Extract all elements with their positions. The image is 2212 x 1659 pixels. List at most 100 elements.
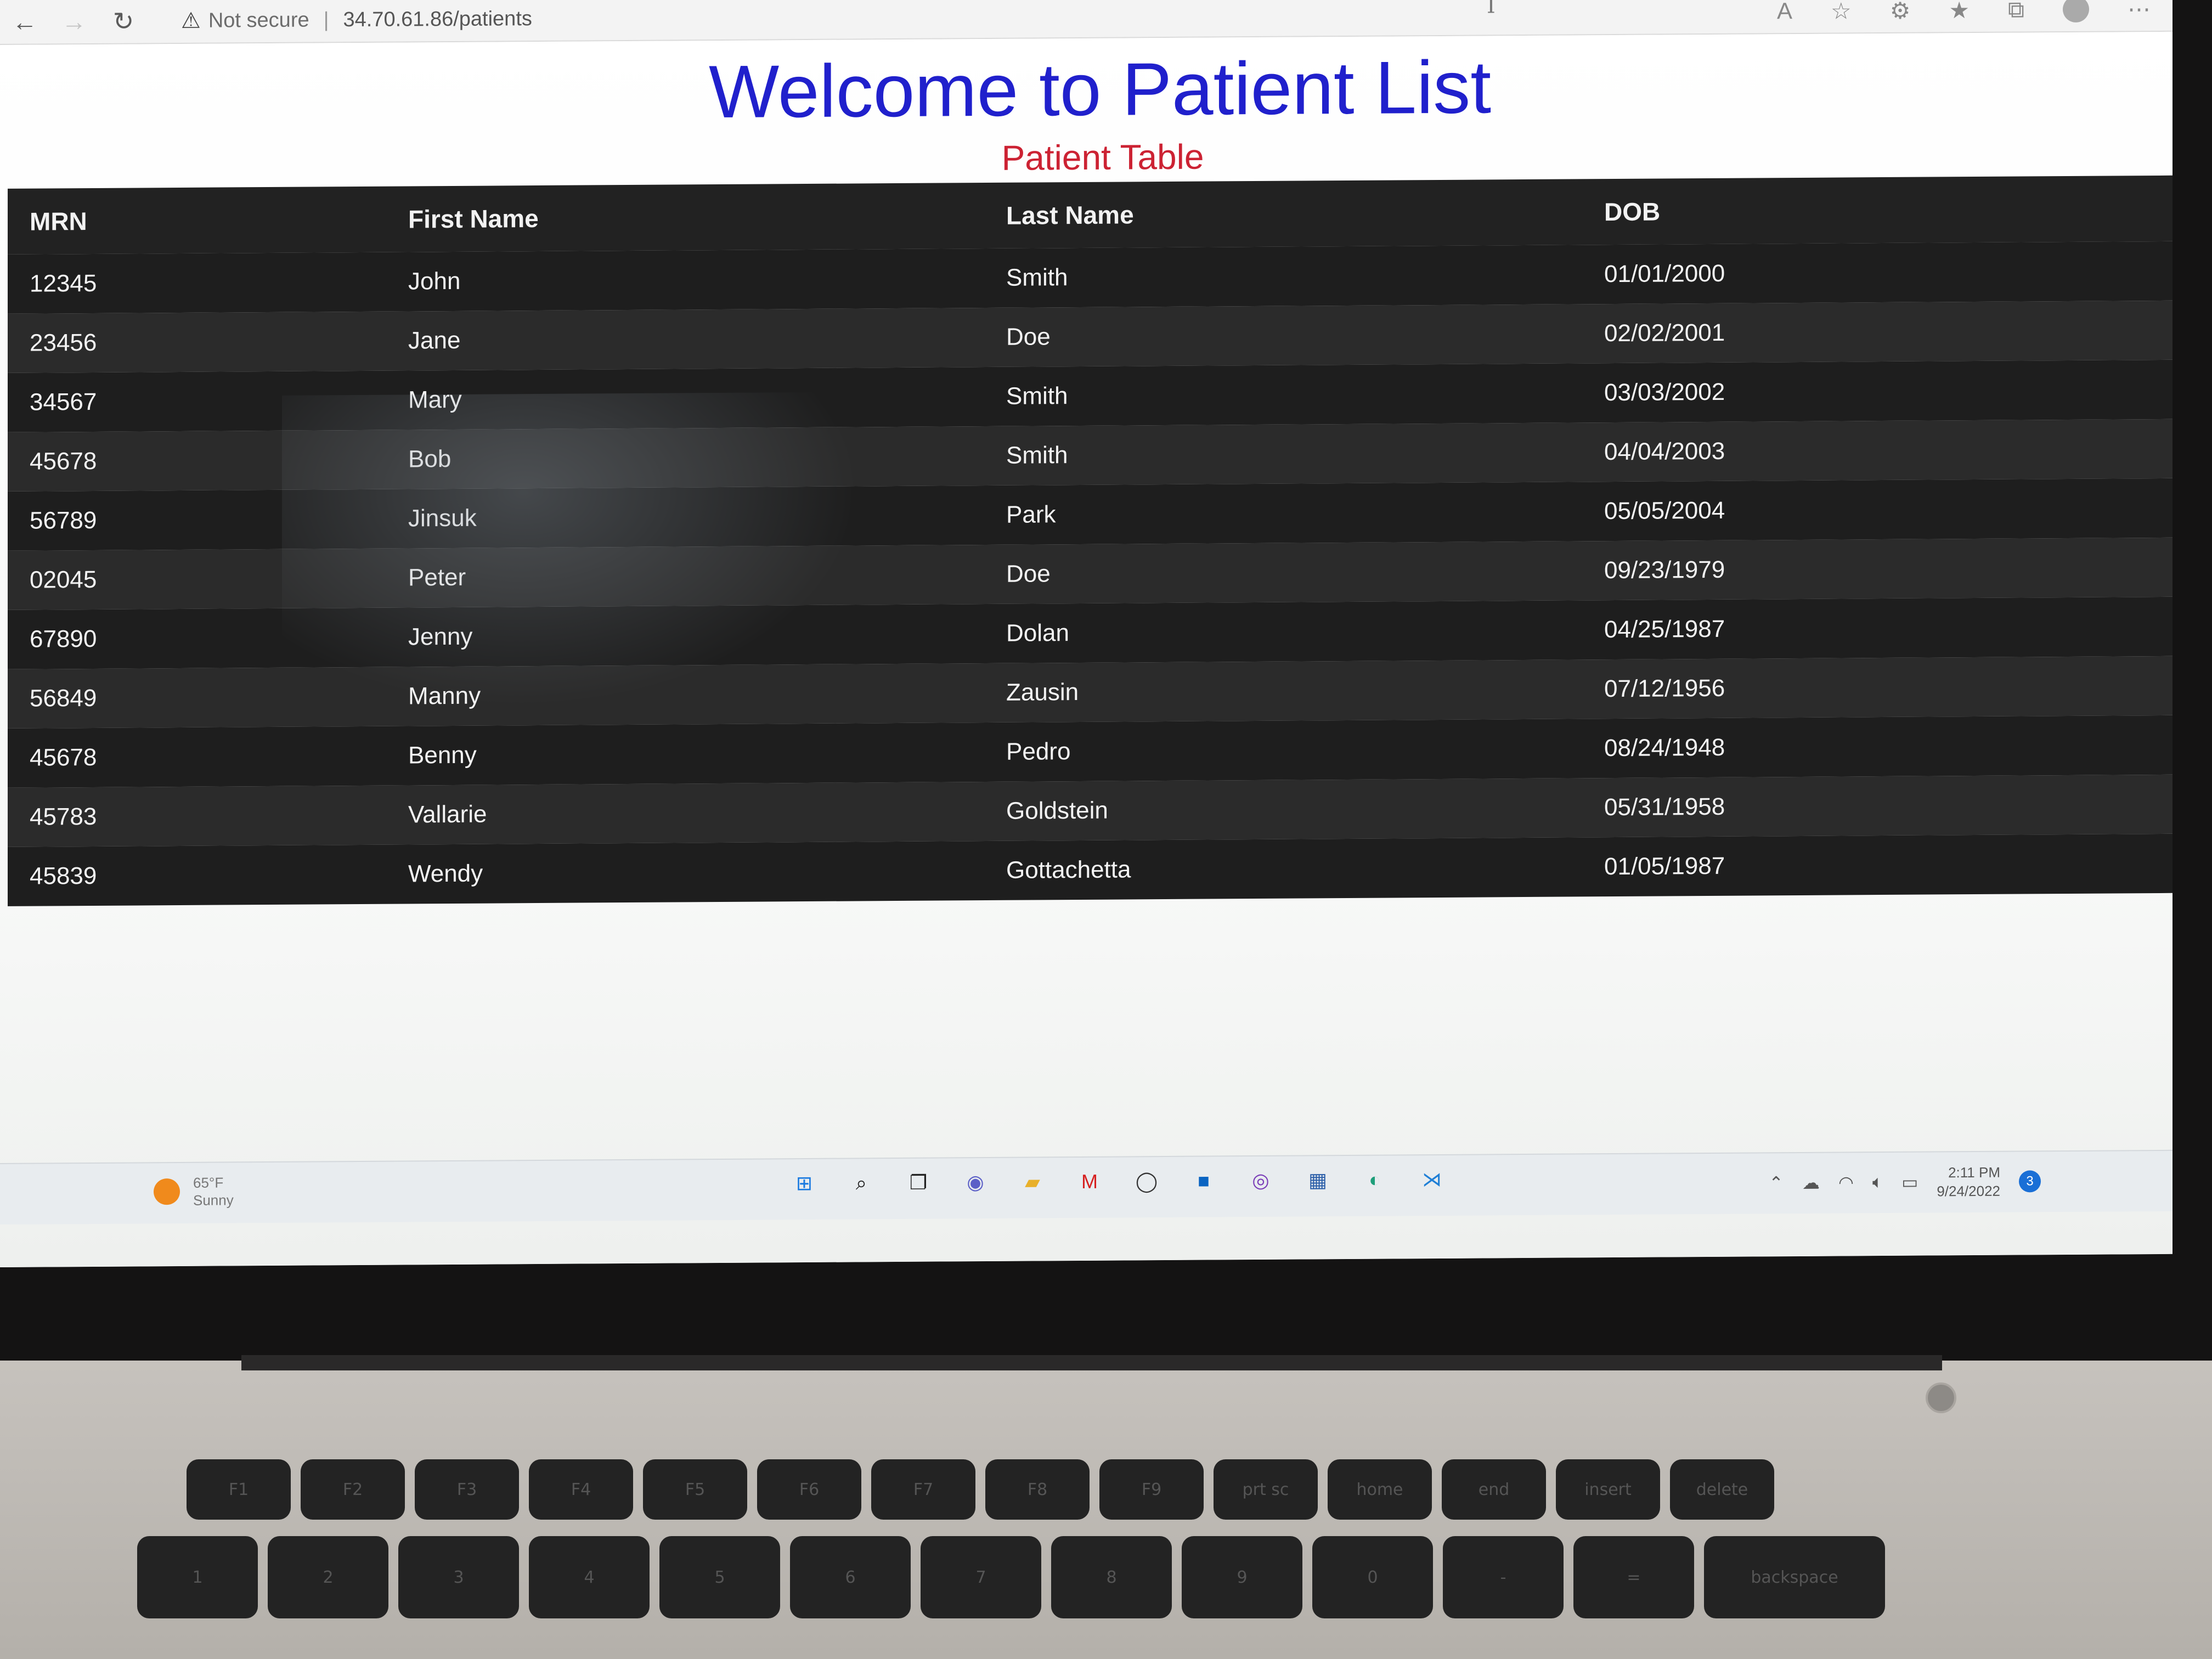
security-label: Not secure — [208, 8, 309, 32]
wifi-icon[interactable]: ◠ — [1838, 1172, 1854, 1193]
search-icon[interactable]: ⌕ — [847, 1169, 876, 1197]
keyboard-key: prt sc — [1214, 1459, 1318, 1520]
weather-widget[interactable]: 65°F Sunny — [154, 1173, 234, 1209]
keyboard-key: 4 — [529, 1536, 650, 1618]
chevron-up-icon[interactable]: ⌃ — [1769, 1172, 1784, 1193]
vscode-icon[interactable]: ⋊ — [1418, 1165, 1446, 1194]
keyboard-key: backspace — [1704, 1536, 1885, 1618]
system-tray: ⌃ ☁ ◠ 🔈︎ ▭ 2:11 PM 9/24/2022 3 — [1769, 1163, 2041, 1201]
cell-first-name: Wendy — [408, 840, 1006, 904]
collections-icon[interactable]: ⧉ — [2008, 0, 2024, 23]
cell-dob: 07/12/1956 — [1604, 656, 2172, 719]
cell-dob: 04/04/2003 — [1604, 419, 2172, 482]
keyboard-key: F1 — [187, 1459, 291, 1520]
laptop-screen: ← → ↻ ⚠ Not secure | 34.70.61.86/patient… — [0, 0, 2172, 1268]
cell-last-name: Smith — [1006, 363, 1604, 426]
keyboard-key: 5 — [659, 1536, 780, 1618]
cell-dob: 04/25/1987 — [1604, 596, 2172, 660]
address-bar[interactable]: ⚠ Not secure | 34.70.61.86/patients — [181, 0, 532, 43]
power-button — [1926, 1383, 1956, 1413]
cell-first-name: Jenny — [408, 603, 1006, 667]
keyboard-key: 8 — [1051, 1536, 1172, 1618]
laptop-bezel: ← → ↻ ⚠ Not secure | 34.70.61.86/patient… — [0, 0, 2212, 1383]
forward-button[interactable]: → — [49, 0, 99, 43]
keyboard-key: - — [1443, 1536, 1564, 1618]
cell-mrn: 45839 — [8, 844, 408, 906]
table-header-row: MRN First Name Last Name DOB — [8, 175, 2172, 255]
cell-first-name: Vallarie — [408, 781, 1006, 845]
keyboard-key: 7 — [921, 1536, 1041, 1618]
volume-icon[interactable]: 🔈︎ — [1872, 1172, 1883, 1193]
cell-last-name: Smith — [1006, 245, 1604, 308]
cell-dob: 01/05/1987 — [1604, 833, 2172, 897]
laptop-hinge — [241, 1355, 1942, 1370]
reload-button[interactable]: ↻ — [99, 0, 148, 43]
dell-icon[interactable]: ◯ — [1132, 1167, 1161, 1195]
weather-condition: Sunny — [193, 1192, 234, 1209]
store-icon[interactable]: ▦ — [1304, 1166, 1332, 1194]
cell-mrn: 56849 — [8, 667, 408, 729]
header-last-name: Last Name — [1006, 179, 1604, 249]
cell-last-name: Doe — [1006, 541, 1604, 604]
clock-time: 2:11 PM — [1948, 1164, 2000, 1181]
more-menu-icon[interactable]: ⋯ — [2128, 0, 2151, 22]
outlook-icon[interactable]: ■ — [1189, 1166, 1218, 1195]
keyboard-key: 1 — [137, 1536, 258, 1618]
read-aloud-icon[interactable]: A — [1777, 0, 1792, 24]
keyboard-key: F7 — [871, 1459, 975, 1520]
page-title: Welcome to Patient List — [708, 45, 1492, 134]
back-icon: ← — [12, 7, 37, 36]
file-explorer-icon[interactable]: ▰ — [1018, 1167, 1047, 1196]
edge-icon[interactable]: ◐ — [1361, 1166, 1389, 1194]
cell-last-name: Zausin — [1006, 659, 1604, 723]
cell-last-name: Park — [1006, 482, 1604, 545]
keyboard-key: 9 — [1182, 1536, 1302, 1618]
cell-mrn: 34567 — [8, 370, 408, 432]
back-button[interactable]: ← — [0, 0, 49, 44]
clock[interactable]: 2:11 PM 9/24/2022 — [1937, 1163, 2000, 1201]
keyboard-key: F5 — [643, 1459, 747, 1520]
cell-first-name: Mary — [408, 366, 1006, 430]
cell-mrn: 12345 — [8, 252, 408, 314]
onedrive-icon[interactable]: ☁ — [1802, 1172, 1820, 1193]
cell-first-name: Benny — [408, 722, 1006, 786]
cell-dob: 08/24/1948 — [1604, 715, 2172, 778]
cell-first-name: John — [408, 248, 1006, 312]
windows-start-icon[interactable]: ⊞ — [790, 1169, 819, 1198]
favorites-add-icon[interactable]: ☆ — [1831, 0, 1852, 24]
keyboard-key: F4 — [529, 1459, 633, 1520]
keyboard-key: F8 — [985, 1459, 1090, 1520]
cell-mrn: 56789 — [8, 489, 408, 551]
notification-badge[interactable]: 3 — [2019, 1170, 2041, 1193]
cell-last-name: Gottachetta — [1006, 837, 1604, 900]
mcafee-icon[interactable]: M — [1075, 1167, 1104, 1196]
github-icon[interactable]: ◎ — [1246, 1166, 1275, 1195]
laptop-keyboard-deck: F1 F2 F3 F4 F5 F6 F7 F8 F9 prt sc home end insert del… — [0, 1361, 2212, 1659]
warning-icon: ⚠ — [181, 8, 201, 33]
task-view-icon[interactable]: ❐ — [904, 1169, 933, 1197]
profile-avatar[interactable] — [2063, 0, 2089, 23]
keyboard-key: 2 — [268, 1536, 388, 1618]
battery-icon[interactable]: ▭ — [1901, 1172, 1918, 1193]
function-key-row: F1 F2 F3 F4 F5 F6 F7 F8 F9 prt sc home end insert del… — [187, 1459, 1774, 1520]
keyboard-key: 6 — [790, 1536, 911, 1618]
cell-mrn: 23456 — [8, 311, 408, 373]
cell-dob: 03/03/2002 — [1604, 359, 2172, 423]
cell-first-name: Manny — [408, 663, 1006, 726]
cell-first-name: Jane — [408, 307, 1006, 371]
keyboard-key: F6 — [757, 1459, 861, 1520]
page-content: Welcome to Patient List Patient Table MR… — [0, 31, 2172, 1268]
extensions-icon[interactable]: ⚙ — [1890, 0, 1911, 24]
chat-icon[interactable]: ◉ — [961, 1168, 990, 1197]
cell-last-name: Dolan — [1006, 600, 1604, 663]
patient-table: MRN First Name Last Name DOB 12345 John … — [8, 175, 2172, 906]
cell-mrn: 45678 — [8, 726, 408, 788]
keyboard-key: F9 — [1099, 1459, 1204, 1520]
number-key-row: 1 2 3 4 5 6 7 8 9 0- = backspace — [137, 1536, 1885, 1618]
weather-temp: 65°F — [193, 1174, 224, 1191]
cell-dob: 02/02/2001 — [1604, 300, 2172, 364]
favorites-icon[interactable]: ★ — [1949, 0, 1970, 24]
cell-last-name: Pedro — [1006, 719, 1604, 782]
forward-icon: → — [61, 7, 87, 36]
patient-table-wrapper: MRN First Name Last Name DOB 12345 John … — [8, 175, 2172, 906]
